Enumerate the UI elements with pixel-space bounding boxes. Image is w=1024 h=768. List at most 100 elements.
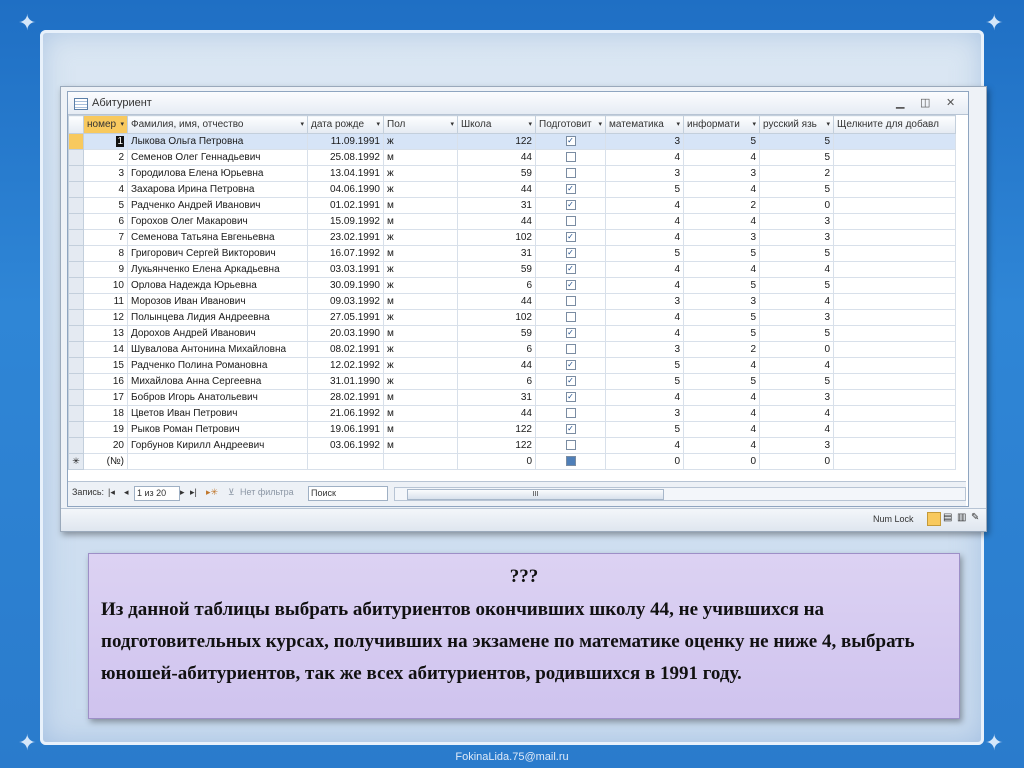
- column-header-rus[interactable]: русский язь ▾: [759, 115, 834, 134]
- cell-prep[interactable]: [535, 341, 606, 358]
- prev-record-icon[interactable]: ◂: [124, 487, 129, 498]
- cell-informatics[interactable]: 4: [683, 389, 760, 406]
- row-selector[interactable]: [68, 229, 84, 246]
- row-selector[interactable]: [68, 341, 84, 358]
- cell-informatics[interactable]: 3: [683, 229, 760, 246]
- cell-fio[interactable]: Радченко Полина Романовна: [127, 357, 308, 374]
- cell-sex[interactable]: ж: [383, 261, 458, 278]
- cell-number[interactable]: 15: [83, 357, 128, 374]
- cell-russian[interactable]: 5: [759, 149, 834, 166]
- cell-sex[interactable]: м: [383, 421, 458, 438]
- cell-russian[interactable]: 5: [759, 181, 834, 198]
- checkbox-unchecked[interactable]: [565, 344, 576, 355]
- cell-math[interactable]: 5: [605, 181, 684, 198]
- cell-school[interactable]: 44: [457, 293, 536, 310]
- cell-russian[interactable]: 5: [759, 373, 834, 390]
- cell-prep[interactable]: ✓: [535, 181, 606, 198]
- column-header-n[interactable]: номер ▾: [83, 115, 128, 134]
- cell-school[interactable]: 59: [457, 325, 536, 342]
- cell-add-field[interactable]: [833, 277, 956, 294]
- cell-sex[interactable]: ж: [383, 373, 458, 390]
- cell-add-field[interactable]: [833, 453, 956, 470]
- table-row[interactable]: 13 Дорохов Андрей Иванович 20.03.1990 м 59 ✓ 4…: [68, 325, 956, 342]
- cell-number[interactable]: 11: [83, 293, 128, 310]
- cell-fio[interactable]: Бобров Игорь Анатольевич: [127, 389, 308, 406]
- close-icon[interactable]: ✕: [946, 92, 955, 114]
- cell-add-field[interactable]: [833, 421, 956, 438]
- cell-russian[interactable]: 0: [759, 197, 834, 214]
- cell-birthdate[interactable]: 12.02.1992: [307, 357, 384, 374]
- cell-prep[interactable]: [535, 165, 606, 182]
- cell-math[interactable]: 4: [605, 229, 684, 246]
- cell-prep[interactable]: ✓: [535, 357, 606, 374]
- cell-informatics[interactable]: 4: [683, 261, 760, 278]
- cell-fio[interactable]: Горбунов Кирилл Андреевич: [127, 437, 308, 454]
- cell-russian[interactable]: 4: [759, 261, 834, 278]
- cell-fio[interactable]: Рыков Роман Петрович: [127, 421, 308, 438]
- cell-school[interactable]: 44: [457, 181, 536, 198]
- cell-birthdate[interactable]: [307, 453, 384, 470]
- cell-birthdate[interactable]: 28.02.1991: [307, 389, 384, 406]
- checkbox-checked[interactable]: ✓: [565, 200, 576, 211]
- checkbox-checked[interactable]: ✓: [565, 424, 576, 435]
- cell-math[interactable]: 5: [605, 373, 684, 390]
- sort-filter-icon[interactable]: ▾: [752, 120, 756, 128]
- cell-prep[interactable]: ✓: [535, 133, 606, 150]
- checkbox-unchecked[interactable]: [565, 296, 576, 307]
- sort-filter-icon[interactable]: ▾: [528, 120, 532, 128]
- sort-filter-icon[interactable]: ▾: [598, 120, 602, 128]
- cell-sex[interactable]: [383, 453, 458, 470]
- row-selector[interactable]: [68, 357, 84, 374]
- cell-prep[interactable]: ✓: [535, 277, 606, 294]
- cell-number[interactable]: 3: [83, 165, 128, 182]
- cell-russian[interactable]: 5: [759, 245, 834, 262]
- cell-add-field[interactable]: [833, 261, 956, 278]
- row-selector[interactable]: [68, 293, 84, 310]
- cell-sex[interactable]: ж: [383, 309, 458, 326]
- cell-school[interactable]: 6: [457, 341, 536, 358]
- cell-school[interactable]: 31: [457, 389, 536, 406]
- checkbox-checked[interactable]: ✓: [565, 376, 576, 387]
- cell-informatics[interactable]: 4: [683, 357, 760, 374]
- pivot-table-view-icon[interactable]: ▤: [943, 512, 952, 523]
- cell-add-field[interactable]: [833, 149, 956, 166]
- cell-fio[interactable]: Шувалова Антонина Михайловна: [127, 341, 308, 358]
- minimize-icon[interactable]: ▁: [896, 92, 904, 114]
- column-header-math[interactable]: математика ▾: [605, 115, 684, 134]
- column-header-school[interactable]: Школа ▾: [457, 115, 536, 134]
- checkbox-unchecked[interactable]: [565, 312, 576, 323]
- cell-school[interactable]: 44: [457, 149, 536, 166]
- cell-number[interactable]: (№): [83, 453, 128, 470]
- cell-number[interactable]: 5: [83, 197, 128, 214]
- checkbox-checked[interactable]: ✓: [565, 136, 576, 147]
- cell-informatics[interactable]: 0: [683, 453, 760, 470]
- cell-sex[interactable]: м: [383, 405, 458, 422]
- sort-filter-icon[interactable]: ▾: [300, 120, 304, 128]
- cell-prep[interactable]: ✓: [535, 421, 606, 438]
- cell-russian[interactable]: 4: [759, 421, 834, 438]
- row-selector[interactable]: [68, 213, 84, 230]
- cell-add-field[interactable]: [833, 437, 956, 454]
- cell-fio[interactable]: Семенова Татьяна Евгеньевна: [127, 229, 308, 246]
- cell-fio[interactable]: Лукьянченко Елена Аркадьевна: [127, 261, 308, 278]
- cell-sex[interactable]: м: [383, 325, 458, 342]
- cell-fio[interactable]: Цветов Иван Петрович: [127, 405, 308, 422]
- checkbox-checked[interactable]: ✓: [565, 360, 576, 371]
- table-row[interactable]: 18 Цветов Иван Петрович 21.06.1992 м 44 3 4 4: [68, 405, 956, 422]
- cell-birthdate[interactable]: 21.06.1992: [307, 405, 384, 422]
- table-row[interactable]: 9 Лукьянченко Елена Аркадьевна 03.03.1991 ж…: [68, 261, 956, 278]
- last-record-icon[interactable]: ▸|: [190, 487, 197, 498]
- table-row[interactable]: 8 Григорович Сергей Викторович 16.07.1992 м…: [68, 245, 956, 262]
- cell-birthdate[interactable]: 11.09.1991: [307, 133, 384, 150]
- cell-school[interactable]: 102: [457, 229, 536, 246]
- column-header-add[interactable]: Щелкните для добавл: [833, 115, 956, 134]
- cell-sex[interactable]: ж: [383, 357, 458, 374]
- row-selector[interactable]: [68, 181, 84, 198]
- cell-fio[interactable]: [127, 453, 308, 470]
- cell-informatics[interactable]: 2: [683, 197, 760, 214]
- table-row[interactable]: 20 Горбунов Кирилл Андреевич 03.06.1992 м 12…: [68, 437, 956, 454]
- cell-informatics[interactable]: 5: [683, 325, 760, 342]
- column-header-prep[interactable]: Подготовит ▾: [535, 115, 606, 134]
- cell-informatics[interactable]: 3: [683, 293, 760, 310]
- cell-prep[interactable]: ✓: [535, 325, 606, 342]
